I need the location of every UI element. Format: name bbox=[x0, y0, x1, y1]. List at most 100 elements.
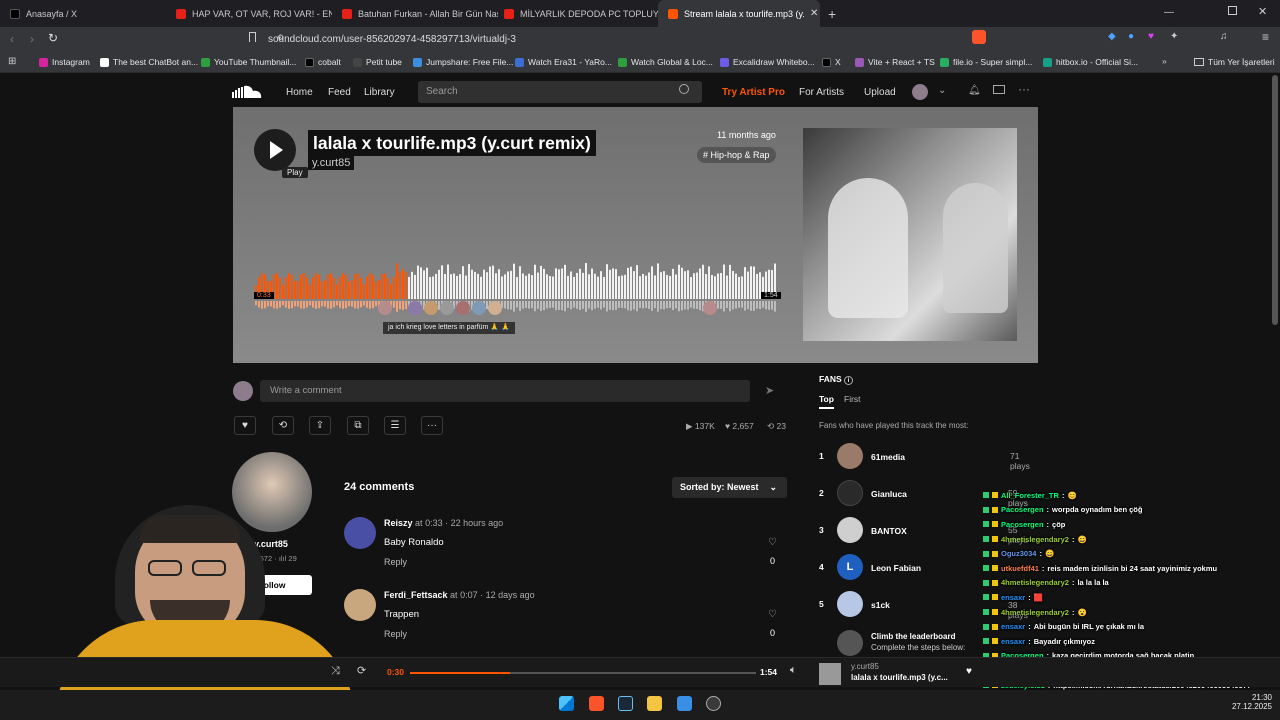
more-bookmarks-icon[interactable]: » bbox=[1162, 56, 1167, 66]
player-title[interactable]: lalala x tourlife.mp3 (y.c... bbox=[851, 673, 948, 682]
all-bookmarks-folder[interactable]: Tüm Yer İşaretleri bbox=[1194, 57, 1275, 67]
bookmark-item[interactable]: Jumpshare: Free File... bbox=[413, 57, 513, 67]
waveform-comment-avatar[interactable] bbox=[456, 301, 470, 315]
volume-icon[interactable]: 🔈︎ bbox=[790, 664, 797, 677]
nav-library[interactable]: Library bbox=[364, 87, 395, 98]
waveform-comment-avatar[interactable] bbox=[472, 301, 486, 315]
file-explorer-icon[interactable] bbox=[647, 696, 662, 711]
search-input[interactable]: Search bbox=[418, 81, 702, 103]
waveform-comment-avatar[interactable] bbox=[424, 301, 438, 315]
extension-icon[interactable]: ♥ bbox=[1148, 31, 1154, 42]
tab-youtube-2[interactable]: Batuhan Furkan - Allah Bir Gün Nasip bbox=[332, 0, 498, 27]
more-options-icon[interactable]: ··· bbox=[1018, 82, 1030, 96]
add-to-playlist-button[interactable]: ☰ bbox=[384, 416, 406, 435]
bookmark-item[interactable]: X bbox=[822, 57, 841, 67]
player-artist[interactable]: y.curt85 bbox=[851, 662, 879, 671]
obs-icon[interactable] bbox=[706, 696, 721, 711]
waveform-comment-avatar[interactable] bbox=[440, 301, 454, 315]
heart-icon[interactable]: ♡ bbox=[768, 537, 777, 548]
heart-icon[interactable]: ♡ bbox=[768, 609, 777, 620]
waveform-comment-avatar[interactable] bbox=[703, 301, 717, 315]
messages-icon[interactable] bbox=[993, 85, 1005, 94]
nav-feed[interactable]: Feed bbox=[328, 87, 351, 98]
bookmark-item[interactable]: hitbox.io - Official Si... bbox=[1043, 57, 1138, 67]
chat-username[interactable]: Oguz3034 bbox=[1001, 549, 1036, 558]
chat-username[interactable]: All_Forester_TR bbox=[1001, 491, 1059, 500]
try-artist-pro-link[interactable]: Try Artist Pro bbox=[722, 87, 785, 98]
chat-username[interactable]: ensaxr bbox=[1001, 593, 1025, 602]
windows-start-icon[interactable] bbox=[559, 696, 574, 711]
shuffle-icon[interactable]: ⤨ bbox=[331, 665, 340, 678]
sort-dropdown[interactable]: Sorted by: Newest ⌄ bbox=[672, 477, 787, 498]
tab-x[interactable]: Anasayfa / X bbox=[0, 0, 166, 27]
upload-link[interactable]: Upload bbox=[864, 87, 896, 98]
system-clock[interactable]: 21:30 27.12.2025 bbox=[1212, 693, 1272, 711]
chat-username[interactable]: ensaxr bbox=[1001, 637, 1025, 646]
share-button[interactable]: ⇪ bbox=[309, 416, 331, 435]
bookmark-item[interactable]: file.io - Super simpl... bbox=[940, 57, 1032, 67]
info-icon[interactable]: i bbox=[844, 376, 854, 385]
repeat-icon[interactable]: ⟳ bbox=[357, 664, 366, 677]
chat-username[interactable]: Pacosergen bbox=[1001, 520, 1044, 529]
forward-icon[interactable]: › bbox=[30, 32, 34, 46]
copy-link-button[interactable]: ⧉ bbox=[347, 416, 369, 435]
bookmark-item[interactable]: YouTube Thumbnail... bbox=[201, 57, 296, 67]
brave-icon[interactable] bbox=[589, 696, 604, 711]
puzzle-icon[interactable]: ✦ bbox=[1170, 31, 1178, 42]
extension-icon[interactable]: ◆ bbox=[1108, 31, 1116, 42]
apps-grid-icon[interactable]: ⊞ bbox=[8, 56, 16, 67]
reply-link[interactable]: Reply bbox=[384, 557, 407, 567]
tab-top[interactable]: Top bbox=[819, 394, 834, 409]
reply-link[interactable]: Reply bbox=[384, 629, 407, 639]
extension-icon[interactable]: ● bbox=[1128, 31, 1134, 42]
nav-home[interactable]: Home bbox=[286, 87, 313, 98]
music-icon[interactable]: ♫ bbox=[1220, 31, 1228, 42]
comment-timestamp[interactable]: 0:07 bbox=[460, 590, 478, 600]
comment-user[interactable]: Reiszy bbox=[384, 518, 413, 528]
minimize-icon[interactable]: — bbox=[1164, 7, 1174, 18]
more-button[interactable]: ··· bbox=[421, 416, 443, 435]
close-tab-icon[interactable]: ✕ bbox=[810, 8, 818, 19]
url-field[interactable]: soundcloud.com/user-856202974-458297713/… bbox=[268, 31, 988, 49]
progress-track[interactable] bbox=[410, 672, 756, 674]
track-artist[interactable]: y.curt85 bbox=[308, 156, 355, 170]
waveform-comment-avatar[interactable] bbox=[408, 301, 422, 315]
tab-youtube-3[interactable]: MİLYARLIK DEPODA PC TOPLUYORUZ bbox=[494, 0, 660, 27]
avatar[interactable] bbox=[912, 84, 928, 100]
bookmark-item[interactable]: cobalt bbox=[305, 57, 341, 67]
like-button[interactable]: ♥ bbox=[234, 416, 256, 435]
reload-icon[interactable]: ↻ bbox=[48, 31, 58, 45]
bookmark-icon[interactable] bbox=[249, 32, 256, 42]
comment-input[interactable]: Write a comment bbox=[260, 380, 750, 402]
fan-row[interactable]: 1 61media 71 plays bbox=[819, 443, 1039, 473]
bookmark-item[interactable]: Watch Era31 - YaRo... bbox=[515, 57, 612, 67]
heart-icon[interactable]: ♥ bbox=[966, 666, 972, 677]
chevron-down-icon[interactable]: ⌄ bbox=[938, 85, 946, 96]
steam-icon[interactable] bbox=[618, 696, 633, 711]
search-icon[interactable] bbox=[679, 84, 689, 94]
notifications-icon[interactable]: 🔔︎ bbox=[968, 85, 981, 96]
bookmark-item[interactable]: Watch Global & Loc... bbox=[618, 57, 713, 67]
comment-user[interactable]: Ferdi_Fettsack bbox=[384, 590, 448, 600]
play-button[interactable] bbox=[254, 129, 296, 171]
comment-timestamp[interactable]: 0:33 bbox=[425, 518, 443, 528]
menu-icon[interactable]: ≡ bbox=[1262, 30, 1269, 44]
bookmark-item[interactable]: Instagram bbox=[39, 57, 90, 67]
new-tab-button[interactable]: + bbox=[824, 0, 844, 27]
bookmark-item[interactable]: The best ChatBot an... bbox=[100, 57, 198, 67]
tab-first[interactable]: First bbox=[844, 394, 861, 404]
waveform[interactable] bbox=[255, 255, 777, 320]
repost-button[interactable]: ⟲ bbox=[272, 416, 294, 435]
chat-username[interactable]: Pacosergen bbox=[1001, 505, 1044, 514]
close-window-icon[interactable]: ✕ bbox=[1258, 5, 1267, 18]
maximize-icon[interactable] bbox=[1228, 6, 1237, 15]
player-artwork[interactable] bbox=[819, 663, 841, 685]
tab-soundcloud[interactable]: Stream lalala x tourlife.mp3 (y.cur✕ bbox=[658, 0, 820, 27]
scrollbar[interactable] bbox=[1272, 75, 1278, 325]
send-icon[interactable]: ➤ bbox=[765, 384, 774, 397]
for-artists-link[interactable]: For Artists bbox=[799, 87, 844, 98]
chat-username[interactable]: 4hmetislegendary2 bbox=[1001, 608, 1069, 617]
genre-tag[interactable]: # Hip-hop & Rap bbox=[697, 147, 776, 163]
chat-username[interactable]: utkuefdf41 bbox=[1001, 564, 1039, 573]
bookmark-item[interactable]: Excalidraw Whitebo... bbox=[720, 57, 815, 67]
